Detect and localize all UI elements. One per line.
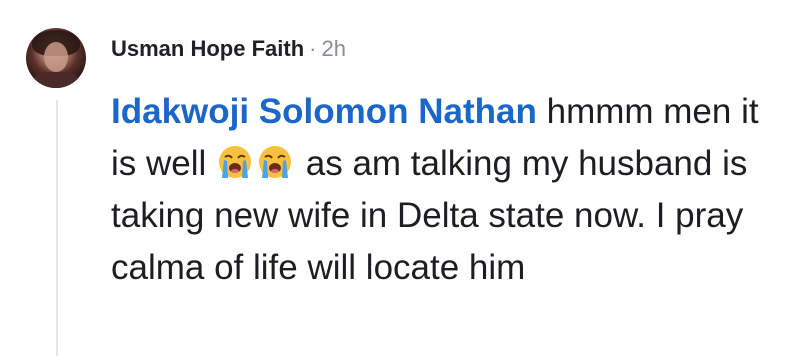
loudly-crying-face-icon xyxy=(216,144,254,182)
author-name[interactable]: Usman Hope Faith xyxy=(111,36,304,62)
comment-header: Usman Hope Faith · 2h xyxy=(111,34,346,64)
loudly-crying-face-icon xyxy=(256,144,294,182)
mention-link[interactable]: Idakwoji Solomon Nathan xyxy=(111,92,537,131)
avatar[interactable] xyxy=(26,28,86,88)
separator-dot: · xyxy=(309,36,317,61)
comment-text: Idakwoji Solomon Nathan hmmm men it is w… xyxy=(111,86,781,294)
thread-line xyxy=(56,100,58,356)
comment: Usman Hope Faith · 2h Idakwoji Solomon N… xyxy=(0,0,800,356)
comment-text-part2: as am talking my husband is taking new w… xyxy=(111,144,748,287)
timestamp[interactable]: 2h xyxy=(321,36,345,62)
